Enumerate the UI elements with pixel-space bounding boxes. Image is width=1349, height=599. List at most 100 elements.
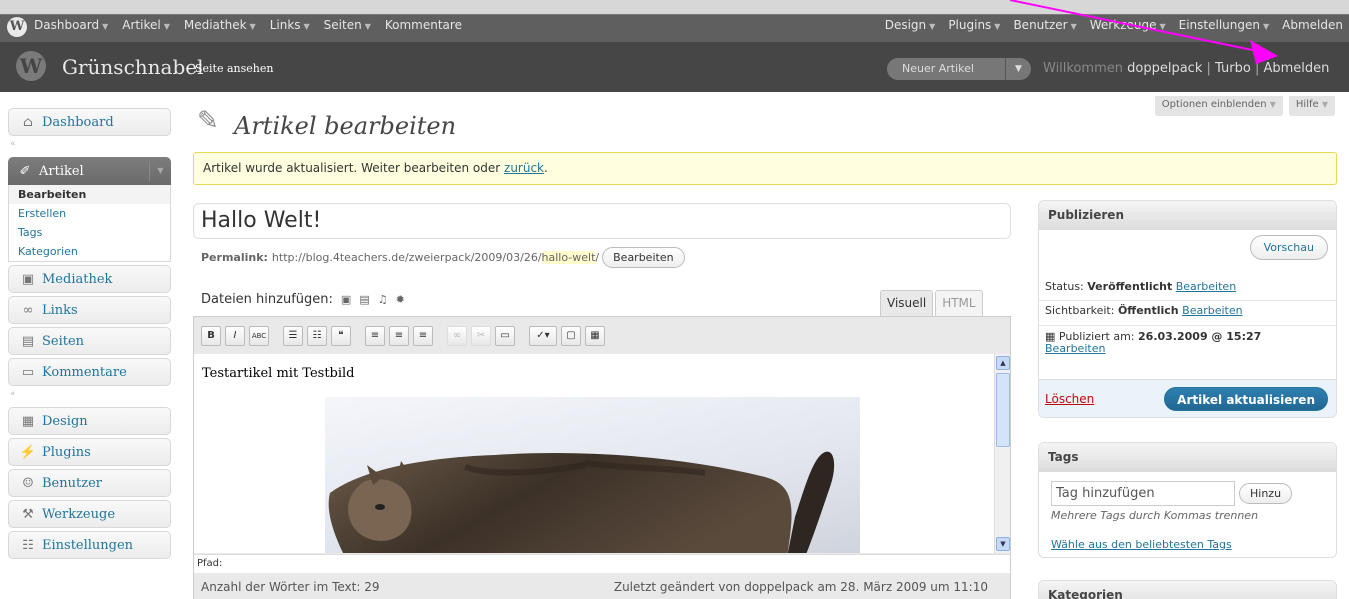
adminbar-kommentare[interactable]: Kommentare <box>385 18 462 32</box>
submenu-kategorien[interactable]: Kategorien <box>9 242 170 261</box>
unlink-icon[interactable]: ✂ <box>471 325 491 346</box>
sidebar-item-dashboard[interactable]: ⌂ Dashboard <box>8 108 171 136</box>
spellcheck-icon[interactable]: ✓▾ <box>529 325 557 346</box>
adminbar-benutzer[interactable]: Benutzer ▼ <box>1013 18 1076 32</box>
bullet-list-icon[interactable]: ☰ <box>283 325 303 346</box>
adminbar-mediathek[interactable]: Mediathek ▼ <box>184 18 256 32</box>
visibility-edit-link[interactable]: Bearbeiten <box>1182 304 1242 317</box>
align-left-icon[interactable]: ≡ <box>365 325 385 346</box>
sidebar-item-einstellungen[interactable]: ☷ Einstellungen <box>8 531 171 559</box>
post-title-input[interactable]: Hallo Welt! <box>193 203 1011 239</box>
pages-icon: ▤ <box>21 333 35 349</box>
adminbar-einstellungen[interactable]: Einstellungen ▼ <box>1179 18 1270 32</box>
artikel-submenu: Bearbeiten Erstellen Tags Kategorien <box>8 185 171 262</box>
chevron-down-icon: ▼ <box>303 22 310 31</box>
tag-input[interactable]: Tag hinzufügen <box>1051 481 1235 506</box>
blockquote-icon[interactable]: ❝ <box>331 325 351 346</box>
adminbar-design[interactable]: Design ▼ <box>885 18 936 32</box>
sidebar-item-werkzeuge[interactable]: ⚒ Werkzeuge <box>8 500 171 528</box>
sidebar-item-kommentare[interactable]: ▭ Kommentare <box>8 358 171 386</box>
editor-path: Pfad: <box>194 554 1010 573</box>
adminbar-abmelden[interactable]: Abmelden <box>1282 18 1343 32</box>
notice-back-link[interactable]: zurück <box>504 161 544 175</box>
user-link[interactable]: doppelpack <box>1127 61 1202 76</box>
sidebar-item-design[interactable]: ▦ Design <box>8 407 171 435</box>
cat-image[interactable] <box>325 397 860 553</box>
sidebar-item-links[interactable]: ∞ Links <box>8 296 171 324</box>
submenu-tags[interactable]: Tags <box>9 223 170 242</box>
sidebar-item-artikel[interactable]: ✐ Artikel ▼ <box>8 157 171 185</box>
popular-tags-link[interactable]: Wähle aus den beliebtesten Tags <box>1051 538 1232 551</box>
adminbar-plugins[interactable]: Plugins ▼ <box>948 18 1000 32</box>
screen-options-tab[interactable]: Optionen einblenden ▼ <box>1154 96 1283 116</box>
editor-scrollbar[interactable]: ▲ ▼ <box>994 354 1010 553</box>
chevron-down-icon: ▼ <box>929 22 936 31</box>
sidebar-item-benutzer[interactable]: ☺ Benutzer <box>8 469 171 497</box>
kitchen-sink-icon[interactable]: ▦ <box>585 325 605 346</box>
adminbar-dashboard[interactable]: Dashboard ▼ <box>34 18 108 32</box>
sidebar-item-seiten[interactable]: ▤ Seiten <box>8 327 171 355</box>
align-right-icon[interactable]: ≡ <box>413 325 433 346</box>
chevron-down-icon: ▼ <box>1159 22 1166 31</box>
status-edit-link[interactable]: Bearbeiten <box>1176 280 1236 293</box>
new-post-button[interactable]: Neuer Artikel ▼ <box>887 58 1031 80</box>
italic-icon[interactable]: I <box>225 325 245 346</box>
submenu-erstellen[interactable]: Erstellen <box>9 204 170 223</box>
chevron-down-icon[interactable]: ▼ <box>1005 58 1031 80</box>
pin-icon: ✎ <box>197 106 219 136</box>
last-edited: Zuletzt geändert von doppelpack am 28. M… <box>613 580 988 594</box>
add-media-icon[interactable]: ✹ <box>396 293 405 306</box>
published-edit-link[interactable]: Bearbeiten <box>1045 342 1105 355</box>
submenu-bearbeiten[interactable]: Bearbeiten <box>9 185 170 204</box>
categories-box: Kategorien <box>1038 580 1337 599</box>
tab-visual[interactable]: Visuell <box>880 290 934 316</box>
sidebar-item-plugins[interactable]: ⚡ Plugins <box>8 438 171 466</box>
adminbar-werkzeuge[interactable]: Werkzeuge ▼ <box>1090 18 1166 32</box>
scrollbar-thumb[interactable] <box>996 373 1010 447</box>
scroll-up-icon[interactable]: ▲ <box>996 356 1010 370</box>
strikethrough-icon[interactable]: ABC <box>249 325 269 346</box>
update-post-button[interactable]: Artikel aktualisieren <box>1164 387 1328 411</box>
publish-actions: Löschen Artikel aktualisieren <box>1039 379 1336 417</box>
view-site-link[interactable]: – Seite ansehen <box>186 62 273 75</box>
more-tag-icon[interactable]: ▭ <box>495 325 515 346</box>
numbered-list-icon[interactable]: ☷ <box>307 325 327 346</box>
wordpress-logo-icon[interactable]: W <box>7 17 27 37</box>
permalink-base: http://blog.4teachers.de/zweierpack/2009… <box>271 251 542 264</box>
permalink-slug[interactable]: hallo-welt <box>541 251 596 264</box>
sidebar-item-mediathek[interactable]: ▣ Mediathek <box>8 265 171 293</box>
add-audio-icon[interactable]: ♫ <box>378 293 388 306</box>
permalink-edit-button[interactable]: Bearbeiten <box>602 247 685 268</box>
media-buttons: Dateien hinzufügen: ▣ ▤ ♫ ✹ <box>201 292 405 307</box>
add-image-icon[interactable]: ▣ <box>341 293 351 306</box>
fullscreen-icon[interactable]: ▢ <box>561 325 581 346</box>
scroll-down-icon[interactable]: ▼ <box>996 537 1010 551</box>
update-notice: Artikel wurde aktualisiert. Weiter bearb… <box>193 152 1337 185</box>
categories-heading[interactable]: Kategorien <box>1039 581 1336 599</box>
add-video-icon[interactable]: ▤ <box>359 293 369 306</box>
bold-icon[interactable]: B <box>201 325 221 346</box>
preview-button[interactable]: Vorschau <box>1249 235 1328 260</box>
visibility-value: Öffentlich <box>1117 304 1179 317</box>
site-title[interactable]: Grünschnabel <box>62 55 203 79</box>
adminbar-artikel[interactable]: Artikel ▼ <box>122 18 170 32</box>
link-icon[interactable]: ∞ <box>447 325 467 346</box>
chevron-down-icon: ▼ <box>364 22 371 31</box>
adminbar-seiten[interactable]: Seiten ▼ <box>324 18 371 32</box>
adminbar-links[interactable]: Links ▼ <box>270 18 310 32</box>
add-tag-button[interactable]: Hinzu <box>1239 483 1293 504</box>
tab-html[interactable]: HTML <box>935 290 983 316</box>
publish-heading[interactable]: Publizieren <box>1039 201 1336 230</box>
editor-status: Anzahl der Wörter im Text: 29 Zuletzt ge… <box>194 574 1010 599</box>
turbo-link[interactable]: Turbo <box>1215 61 1251 76</box>
delete-link[interactable]: Löschen <box>1045 392 1094 406</box>
chevron-down-icon: ▼ <box>249 22 256 31</box>
align-center-icon[interactable]: ≡ <box>389 325 409 346</box>
published-value: 26.03.2009 @ 15:27 <box>1138 330 1262 343</box>
chevron-down-icon[interactable]: ▼ <box>149 161 171 181</box>
editor-content[interactable]: Testartikel mit Testbild <box>194 354 994 553</box>
editor-toolbar: B I ABC ☰ ☷ ❝ ≡ ≡ ≡ ∞ ✂ ▭ ✓▾ ▢ ▦ <box>194 317 1010 354</box>
tags-heading[interactable]: Tags <box>1039 443 1336 472</box>
logout-link[interactable]: Abmelden <box>1263 61 1329 76</box>
help-tab[interactable]: Hilfe ▼ <box>1288 96 1335 116</box>
